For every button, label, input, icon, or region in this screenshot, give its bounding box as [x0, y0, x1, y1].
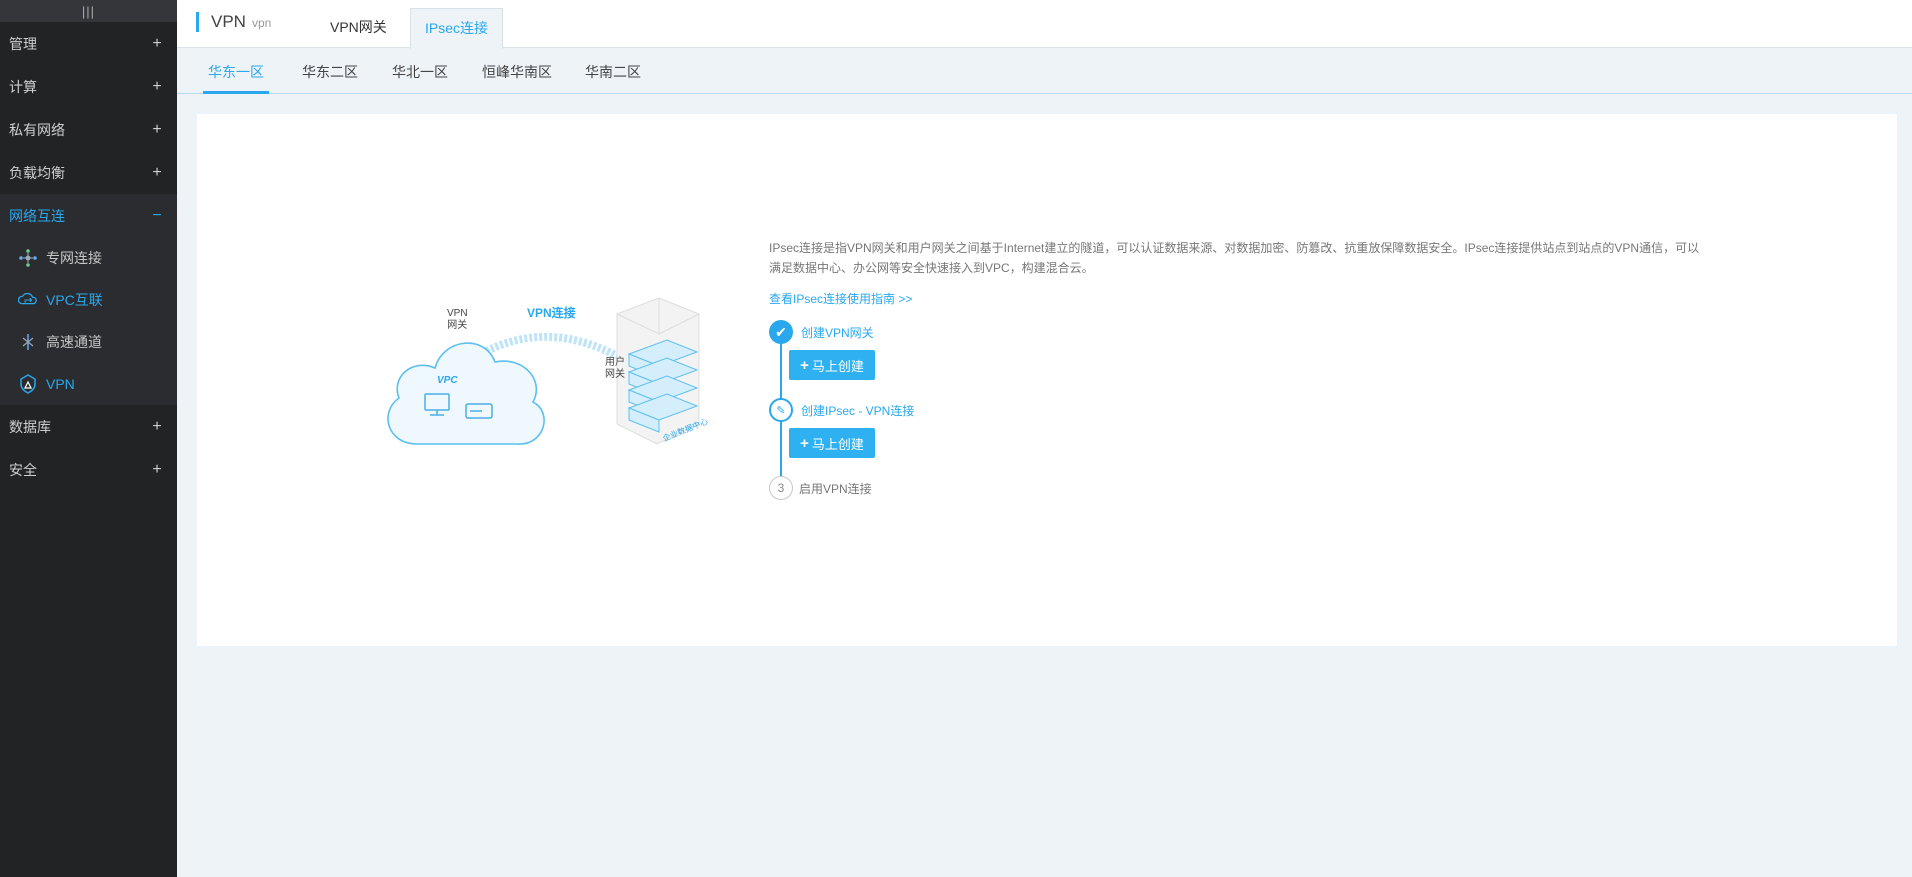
step-label: 创建VPN网关 — [801, 325, 874, 340]
region-tab-east-2[interactable]: 华东二区 — [297, 49, 363, 94]
express-channel-icon — [18, 332, 38, 352]
page-header: VPN vpn VPN网关 IPsec连接 — [177, 0, 1912, 49]
region-tab-south-2[interactable]: 华南二区 — [580, 49, 646, 94]
vpn-illustration: VPN 网关 VPN连接 VPC 用户 网关 企业数据中心 — [377, 294, 737, 464]
ipsec-info: IPsec连接是指VPN网关和用户网关之间基于Internet建立的隧道，可以认… — [769, 238, 1709, 500]
step-create-gateway: ✔ 创建VPN网关 — [769, 320, 1709, 344]
pencil-icon: ✎ — [769, 398, 793, 422]
sidebar-item-label: 负载均衡 — [9, 164, 65, 181]
network-nodes-icon — [18, 248, 38, 268]
plus-icon: + — [800, 356, 809, 374]
sidebar-subitem-vpc-peering[interactable]: VPC互联 — [0, 279, 177, 321]
create-vpn-gateway-button[interactable]: + 马上创建 — [789, 350, 875, 380]
sidebar-item-load-balancing[interactable]: 负载均衡 + — [0, 151, 177, 194]
sidebar: ||| 管理 + 计算 + 私有网络 + 负载均衡 + 网络互连 − 专网连接 … — [0, 0, 177, 877]
sidebar-subitem-vpn[interactable]: VPN — [0, 363, 177, 405]
content-card: VPN 网关 VPN连接 VPC 用户 网关 企业数据中心 IPsec连接是指V… — [197, 114, 1897, 646]
expand-plus-icon: + — [152, 77, 162, 95]
step-label: 启用VPN连接 — [799, 481, 872, 496]
ipsec-description: IPsec连接是指VPN网关和用户网关之间基于Internet建立的隧道，可以认… — [769, 241, 1700, 275]
region-tab-hengfeng-south[interactable]: 恒峰华南区 — [477, 49, 557, 94]
interconnect-submenu: 专网连接 VPC互联 高速通道 VPN — [0, 237, 177, 405]
region-tab-north-1[interactable]: 华北一区 — [387, 49, 453, 94]
sidebar-subitem-label: VPN — [46, 376, 75, 392]
button-label: 马上创建 — [811, 358, 864, 374]
expand-plus-icon: + — [152, 163, 162, 181]
sidebar-item-database[interactable]: 数据库 + — [0, 405, 177, 448]
sidebar-item-label: 安全 — [9, 461, 37, 478]
sidebar-subitem-label: 专网连接 — [46, 250, 102, 266]
expand-plus-icon: + — [152, 460, 162, 478]
sidebar-item-security[interactable]: 安全 + — [0, 448, 177, 491]
create-ipsec-connection-button[interactable]: + 马上创建 — [789, 428, 875, 458]
tab-vpn-gateway[interactable]: VPN网关 — [316, 8, 401, 48]
ipsec-guide-link[interactable]: 查看IPsec连接使用指南 >> — [769, 290, 912, 307]
page-title-text: VPN — [211, 12, 246, 31]
tab-ipsec-connection[interactable]: IPsec连接 — [410, 8, 504, 49]
sidebar-subitem-express[interactable]: 高速通道 — [0, 321, 177, 363]
step-number: 3 — [769, 476, 793, 500]
vpc-label: VPC — [437, 375, 458, 386]
sidebar-subitem-label: 高速通道 — [46, 334, 102, 350]
plus-icon: + — [800, 434, 809, 452]
button-label: 马上创建 — [811, 436, 864, 452]
sidebar-item-label: 网络互连 — [9, 207, 65, 224]
check-icon: ✔ — [769, 320, 793, 344]
region-tab-east-1[interactable]: 华东一区 — [203, 49, 269, 94]
sidebar-item-label: 管理 — [9, 35, 37, 52]
expand-plus-icon: + — [152, 34, 162, 52]
sidebar-item-label: 私有网络 — [9, 121, 65, 138]
page-title: VPN vpn — [196, 12, 271, 32]
sidebar-item-private-network[interactable]: 私有网络 + — [0, 108, 177, 151]
sidebar-subitem-private-line[interactable]: 专网连接 — [0, 237, 177, 279]
vpc-peering-icon — [18, 290, 38, 310]
region-tabs: 华东一区 华东二区 华北一区 恒峰华南区 华南二区 — [177, 49, 1912, 94]
vpn-shield-icon — [18, 374, 38, 394]
setup-steps: ✔ 创建VPN网关 + 马上创建 ✎ 创建IPsec - VPN连接 + 马上创… — [769, 320, 1709, 500]
user-gateway-label: 用户 网关 — [605, 357, 625, 380]
sidebar-subitem-label: VPC互联 — [46, 292, 103, 308]
expand-plus-icon: + — [152, 120, 162, 138]
sidebar-item-management[interactable]: 管理 + — [0, 22, 177, 65]
sidebar-item-interconnect[interactable]: 网络互连 − — [0, 194, 177, 237]
sidebar-item-label: 计算 — [9, 78, 37, 95]
expand-plus-icon: + — [152, 417, 162, 435]
sidebar-collapse-toggle[interactable]: ||| — [0, 0, 177, 22]
vpn-gateway-label: VPN 网关 — [447, 308, 468, 331]
step-create-ipsec: ✎ 创建IPsec - VPN连接 — [769, 398, 1709, 422]
collapse-minus-icon: − — [152, 206, 162, 224]
sidebar-item-compute[interactable]: 计算 + — [0, 65, 177, 108]
sidebar-item-label: 数据库 — [9, 418, 51, 435]
step-label: 创建IPsec - VPN连接 — [801, 403, 915, 418]
step-enable-vpn: 3 启用VPN连接 — [769, 476, 1709, 500]
vpn-connection-label: VPN连接 — [527, 306, 576, 320]
page-subtitle-text: vpn — [251, 16, 272, 30]
